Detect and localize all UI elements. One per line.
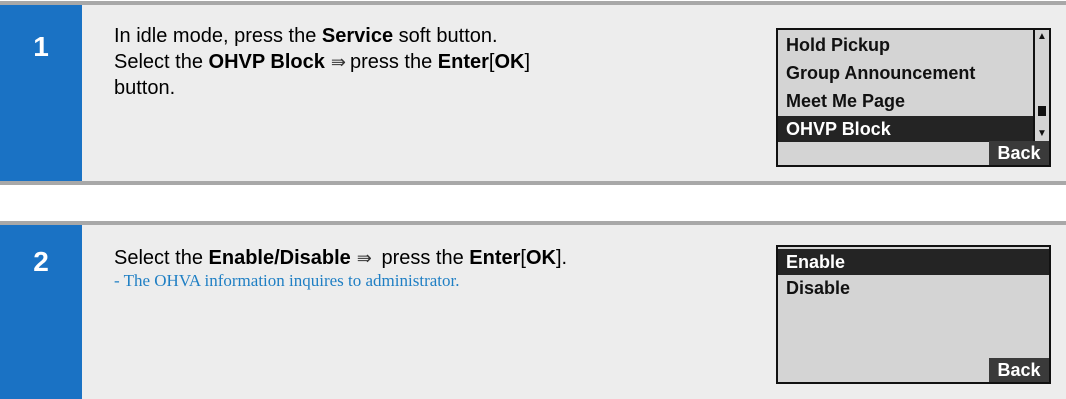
lcd-screen-service-menu: Hold Pickup Group Announcement Meet Me P… <box>776 28 1051 167</box>
ok-keyword: OK <box>494 51 525 73</box>
step-number: 1 <box>33 31 49 62</box>
lcd-menu-item[interactable]: Hold Pickup <box>778 32 1033 58</box>
step-number-block: 2 <box>0 225 82 399</box>
scroll-up-icon[interactable]: ▲ <box>1035 31 1049 43</box>
lcd-menu-item[interactable]: Disable <box>778 275 1049 301</box>
instruction-text: ] <box>524 51 531 73</box>
instruction-text: Select the <box>114 51 209 73</box>
instruction-text: In idle mode, press the <box>114 25 322 47</box>
instruction-text: press the <box>349 51 438 73</box>
lcd-screen-enable-disable: Enable Disable Back <box>776 245 1051 384</box>
lcd-menu-item[interactable]: Meet Me Page <box>778 88 1033 114</box>
lcd-menu-item-selected[interactable]: OHVP Block <box>778 116 1033 142</box>
lcd-scrollbar[interactable]: ▲ ▼ <box>1033 30 1049 141</box>
enter-keyword: Enter <box>469 247 521 269</box>
instruction-text: ]. <box>555 247 568 269</box>
instruction-text: press the <box>375 247 470 269</box>
step-note: - The OHVA information inquires to admin… <box>114 271 460 290</box>
instruction-text: soft button. <box>393 25 498 47</box>
enable-disable-keyword: Enable/Disable <box>208 247 351 269</box>
instruction-line: In idle mode, press the Service soft but… <box>114 23 530 49</box>
enter-keyword: Enter <box>437 51 489 73</box>
scroll-thumb[interactable] <box>1038 106 1046 116</box>
step-instruction: In idle mode, press the Service soft but… <box>114 23 530 101</box>
back-softkey[interactable]: Back <box>989 358 1049 382</box>
ohvp-block-keyword: OHVP Block <box>208 51 325 73</box>
lcd-menu-item[interactable]: Group Announcement <box>778 60 1033 86</box>
instruction-line: Select the OHVP Block ⇛ press the Enter[OK… <box>114 49 530 75</box>
step-instruction: Select the Enable/Disable ⇛ press the Ent… <box>114 245 567 291</box>
step-1-panel: 1 In idle mode, press the Service soft b… <box>0 1 1066 185</box>
step-number-block: 1 <box>0 5 82 181</box>
instruction-line: Select the Enable/Disable ⇛ press the Ent… <box>114 245 567 271</box>
step-number: 2 <box>33 246 49 277</box>
step-2-panel: 2 Select the Enable/Disable ⇛ press the E… <box>0 221 1066 399</box>
instruction-line: button. <box>114 77 176 99</box>
lcd-menu-item-selected[interactable]: Enable <box>778 249 1049 275</box>
service-keyword: Service <box>321 25 394 47</box>
instruction-text: Select the <box>114 247 209 269</box>
scroll-down-icon[interactable]: ▼ <box>1035 128 1049 140</box>
arrow-icon: ⇛ <box>356 248 372 268</box>
arrow-icon: ⇛ <box>330 52 346 72</box>
ok-keyword: OK <box>525 247 556 269</box>
back-softkey[interactable]: Back <box>989 141 1049 165</box>
